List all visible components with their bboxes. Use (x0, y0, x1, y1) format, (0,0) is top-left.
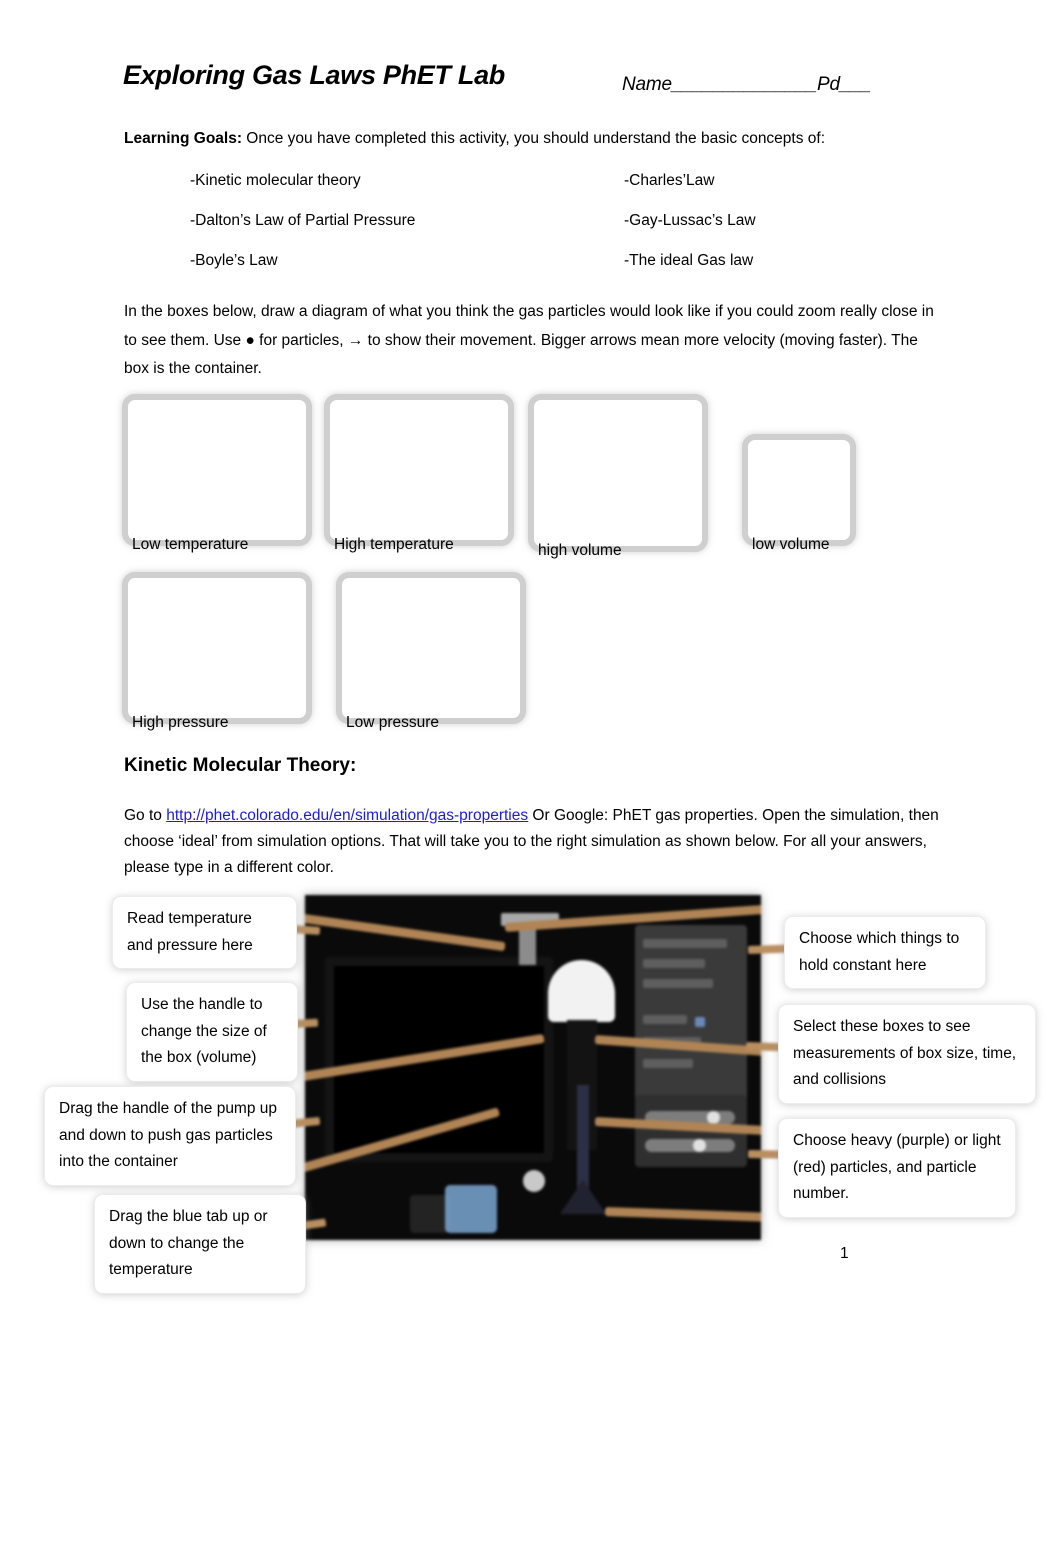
learning-goals-label: Learning Goals: (124, 130, 242, 147)
sim-panel-row (643, 1059, 693, 1068)
goal-item-charles: -Charles’Law (624, 172, 715, 189)
page-number: 1 (840, 1245, 849, 1262)
draw-box-low-pressure[interactable] (336, 572, 526, 724)
callout-hold-constant: Choose which things to hold constant her… (784, 916, 986, 989)
goal-item-boyle: -Boyle’s Law (190, 252, 278, 269)
draw-box-label: Low temperature (132, 536, 249, 553)
goal-item-dalton: -Dalton’s Law of Partial Pressure (190, 212, 416, 229)
callout-drag-blue-tab: Drag the blue tab up or down to change t… (94, 1194, 306, 1294)
goal-row: -Kinetic molecular theory -Charles’Law (124, 172, 924, 212)
goal-row: -Boyle’s Law -The ideal Gas law (124, 252, 924, 292)
sim-panel-row (643, 959, 705, 968)
callout-read-temp-pressure: Read temperature and pressure here (112, 896, 297, 969)
draw-box-low-volume[interactable] (742, 434, 856, 546)
sim-panel-row (643, 939, 727, 948)
sim-slider-track (645, 1139, 735, 1152)
sim-pointer-arrow (604, 1207, 761, 1222)
goal-item-gaylussac: -Gay-Lussac’s Law (624, 212, 756, 229)
sim-lid-stem (519, 925, 536, 965)
document-page: Exploring Gas Laws PhET Lab Name________… (0, 0, 1062, 1556)
goal-item-kinetic: -Kinetic molecular theory (190, 172, 361, 189)
sim-slider-knob (693, 1139, 706, 1152)
draw-box-high-temperature[interactable] (324, 394, 514, 546)
phet-simulation-link[interactable]: http://phet.colorado.edu/en/simulation/g… (166, 807, 528, 824)
callout-choose-particles: Choose heavy (purple) or light (red) par… (778, 1118, 1016, 1218)
goto-prefix: Go to (124, 807, 167, 824)
learning-goals-list: -Kinetic molecular theory -Charles’Law -… (124, 172, 924, 292)
callout-use-handle-volume: Use the handle to change the size of the… (126, 982, 298, 1082)
draw-box-label: Low pressure (346, 714, 440, 731)
phet-simulation-screenshot (305, 895, 761, 1240)
goto-simulation-paragraph: Go to http://phet.colorado.edu/en/simula… (124, 803, 944, 881)
callout-drag-pump-handle: Drag the handle of the pump up and down … (44, 1086, 296, 1186)
sim-bucket (410, 1195, 450, 1233)
draw-instructions-paragraph: In the boxes below, draw a diagram of wh… (124, 303, 934, 377)
draw-box-high-pressure[interactable] (122, 572, 312, 724)
sim-blue-temperature-tab (445, 1185, 497, 1233)
section-heading-kinetic-molecular-theory: Kinetic Molecular Theory: (124, 755, 357, 776)
learning-goals-intro: Learning Goals: Once you have completed … (124, 130, 825, 148)
draw-box-label: High pressure (132, 714, 229, 731)
sim-panel-row (643, 979, 713, 988)
draw-box-label: low volume (752, 536, 830, 553)
goal-item-ideal-gas: -The ideal Gas law (624, 252, 754, 269)
draw-box-label: High temperature (334, 536, 454, 553)
learning-goals-intro-text: Once you have completed this activity, y… (242, 130, 826, 147)
sim-pointer-arrow (305, 913, 506, 952)
sim-container-interior (338, 970, 538, 1150)
sim-thermometer (523, 1170, 545, 1192)
sim-panel-checkbox (695, 1017, 705, 1027)
draw-box-label: high volume (538, 542, 622, 559)
goal-row: -Dalton’s Law of Partial Pressure -Gay-L… (124, 212, 924, 252)
sim-panel-row (643, 1015, 687, 1024)
draw-box-low-temperature[interactable] (122, 394, 312, 546)
sim-pump-base (560, 1180, 606, 1214)
page-title: Exploring Gas Laws PhET Lab (123, 60, 505, 90)
draw-box-high-volume[interactable] (528, 394, 708, 552)
sim-pump-handle (548, 960, 615, 1022)
callout-select-boxes-measure: Select these boxes to see measurements o… (778, 1004, 1036, 1104)
name-period-field[interactable]: Name______________Pd___ (622, 74, 871, 96)
